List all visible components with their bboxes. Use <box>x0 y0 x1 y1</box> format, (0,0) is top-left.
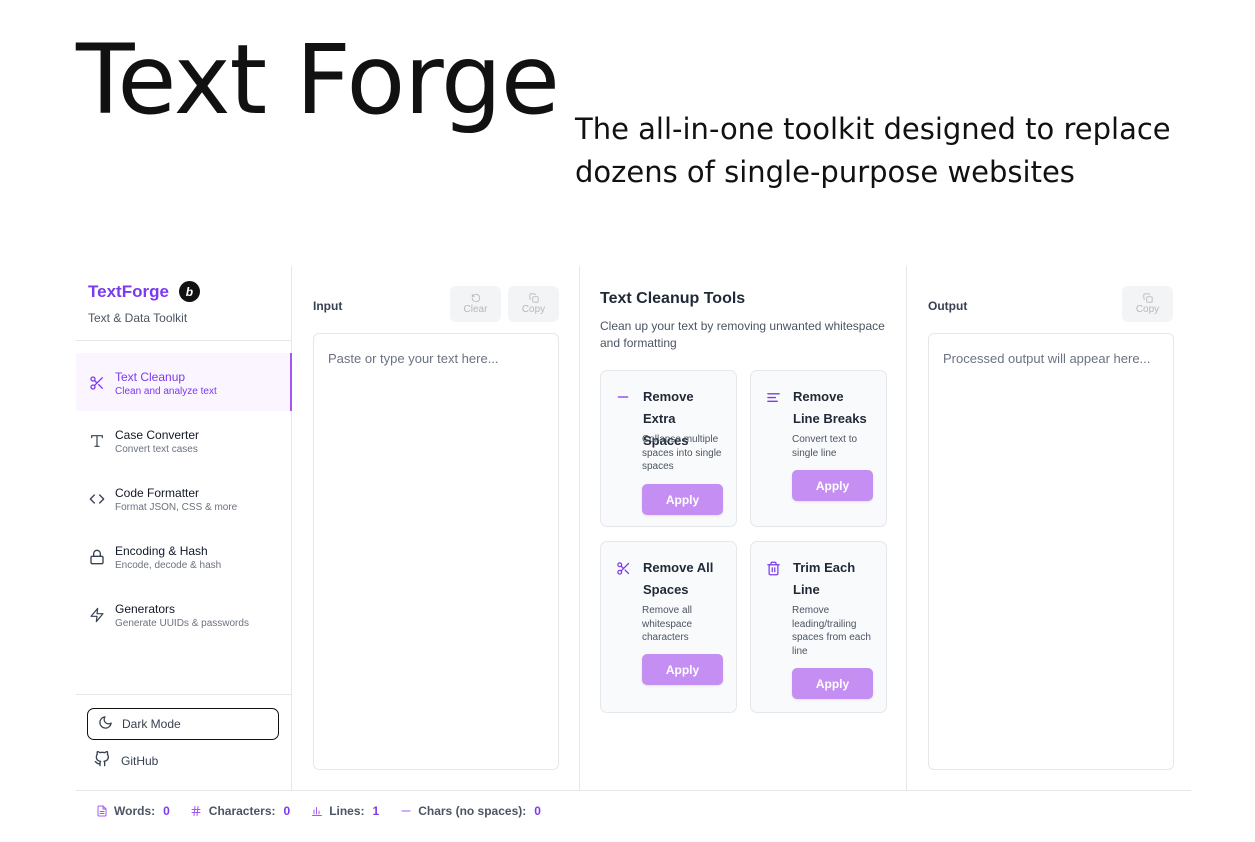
scissors-icon <box>615 560 631 576</box>
tool-card-remove-all-spaces: Remove All Spaces Remove all whitespace … <box>600 541 737 713</box>
sidebar-item-desc: Clean and analyze text <box>115 386 217 397</box>
sidebar-item-case-converter[interactable]: Case Converter Convert text cases <box>76 411 292 469</box>
stat-label: Words: <box>114 803 156 818</box>
stat-characters: Characters: 0 <box>190 804 290 818</box>
sidebar-item-text-cleanup[interactable]: Text Cleanup Clean and analyze text <box>76 353 292 411</box>
stat-label: Chars (no spaces): <box>418 803 527 818</box>
sidebar-item-desc: Convert text cases <box>115 444 198 455</box>
input-label: Input <box>313 299 343 313</box>
hero-title: Text Forge <box>76 24 560 136</box>
sidebar-item-label: Text Cleanup <box>115 370 186 384</box>
type-icon <box>88 432 106 450</box>
stat-value: 1 <box>372 803 380 818</box>
sidebar-item-desc: Generate UUIDs & passwords <box>115 618 249 629</box>
sidebar-item-encoding-hash[interactable]: Encoding & Hash Encode, decode & hash <box>76 527 292 585</box>
dark-mode-button[interactable]: Dark Mode <box>87 708 279 740</box>
sidebar-item-label: Generators <box>115 602 176 616</box>
dark-mode-label: Dark Mode <box>122 717 181 731</box>
apply-button[interactable]: Apply <box>792 470 873 501</box>
stat-value: 0 <box>283 803 291 818</box>
brand: TextForge b <box>88 281 200 302</box>
apply-button[interactable]: Apply <box>792 668 873 699</box>
tool-card-trim-each-line: Trim Each Line Remove leading/trailing s… <box>750 541 887 713</box>
sidebar-item-label: Case Converter <box>115 428 200 442</box>
card-desc: Remove all whitespace characters <box>642 605 693 643</box>
stat-value: 0 <box>534 803 541 818</box>
copy-icon <box>528 293 539 303</box>
apply-button[interactable]: Apply <box>642 654 723 685</box>
brand-badge-icon: b <box>178 281 200 302</box>
output-textarea[interactable]: Processed output will appear here... <box>928 333 1174 770</box>
minus-icon <box>615 389 631 405</box>
lock-icon <box>88 548 106 566</box>
stat-label: Characters: <box>208 803 276 818</box>
refresh-icon <box>471 293 480 303</box>
stat-chars-no-spaces: Chars (no spaces): 0 <box>399 804 541 818</box>
sidebar-item-label: Code Formatter <box>115 486 200 500</box>
sidebar-item-code-formatter[interactable]: Code Formatter Format JSON, CSS & more <box>76 469 292 527</box>
clear-label: Clear <box>463 304 488 315</box>
trash-icon <box>765 560 781 576</box>
output-label: Output <box>928 299 968 313</box>
tool-card-remove-extra-spaces: Remove Extra Spaces Collapse multiple sp… <box>600 370 737 527</box>
app-window: TextForge b Text & Data Toolkit Text Cle… <box>76 266 1191 791</box>
copy-label: Copy <box>521 304 546 315</box>
stat-lines: Lines: 1 <box>310 804 379 818</box>
sidebar-item-label: Encoding & Hash <box>115 544 208 558</box>
sidebar-item-desc: Format JSON, CSS & more <box>115 502 238 513</box>
brand-tagline: Text & Data Toolkit <box>88 311 188 325</box>
hash-icon <box>190 804 203 817</box>
github-icon <box>94 750 110 770</box>
stat-words: Words: 0 <box>95 804 170 818</box>
divider <box>76 694 292 695</box>
output-panel: Output Copy Processed output will appear… <box>907 266 1191 791</box>
stat-label: Lines: <box>329 803 365 818</box>
sidebar: TextForge b Text & Data Toolkit Text Cle… <box>76 266 292 791</box>
card-title: Trim Each Line <box>793 560 856 597</box>
copy-input-button[interactable]: Copy <box>508 286 559 322</box>
stat-value: 0 <box>163 803 170 818</box>
sidebar-nav: Text Cleanup Clean and analyze text Case… <box>76 353 292 643</box>
file-text-icon <box>95 804 108 817</box>
code-icon <box>88 490 106 508</box>
card-desc: Remove leading/trailing spaces from each… <box>792 605 871 657</box>
zap-icon <box>88 606 106 624</box>
github-link[interactable]: GitHub <box>94 750 159 770</box>
card-title: Remove All Spaces <box>643 560 714 597</box>
status-bar: Words: 0 Characters: 0 Lines: 1 Chars (n… <box>76 790 1191 830</box>
tools-title: Text Cleanup Tools <box>600 290 746 307</box>
copy-output-button[interactable]: Copy <box>1122 286 1173 322</box>
input-panel: Input Clear Copy Paste or type your text… <box>292 266 580 791</box>
hero-subtitle: The all-in-one toolkit designed to repla… <box>575 112 1171 189</box>
apply-button[interactable]: Apply <box>642 484 723 515</box>
clear-button[interactable]: Clear <box>450 286 501 322</box>
github-label: GitHub <box>121 753 159 768</box>
bar-chart-icon <box>310 804 323 817</box>
brand-name: TextForge <box>88 281 169 301</box>
sidebar-item-generators[interactable]: Generators Generate UUIDs & passwords <box>76 585 292 643</box>
align-left-icon <box>765 389 781 405</box>
copy-icon <box>1142 293 1153 303</box>
card-desc: Collapse multiple spaces into single spa… <box>642 434 722 472</box>
divider <box>76 340 292 341</box>
tool-card-remove-line-breaks: Remove Line Breaks Convert text to singl… <box>750 370 887 527</box>
tools-description: Clean up your text by removing unwanted … <box>600 319 885 350</box>
input-textarea[interactable]: Paste or type your text here... <box>313 333 559 770</box>
card-desc: Convert text to single line <box>792 434 858 459</box>
tools-panel: Text Cleanup Tools Clean up your text by… <box>580 266 907 791</box>
card-title: Remove Line Breaks <box>793 389 867 426</box>
sidebar-item-desc: Encode, decode & hash <box>115 560 222 571</box>
minus-icon <box>399 804 412 817</box>
moon-icon <box>98 715 113 733</box>
scissors-icon <box>88 374 106 392</box>
copy-label: Copy <box>1135 304 1160 315</box>
